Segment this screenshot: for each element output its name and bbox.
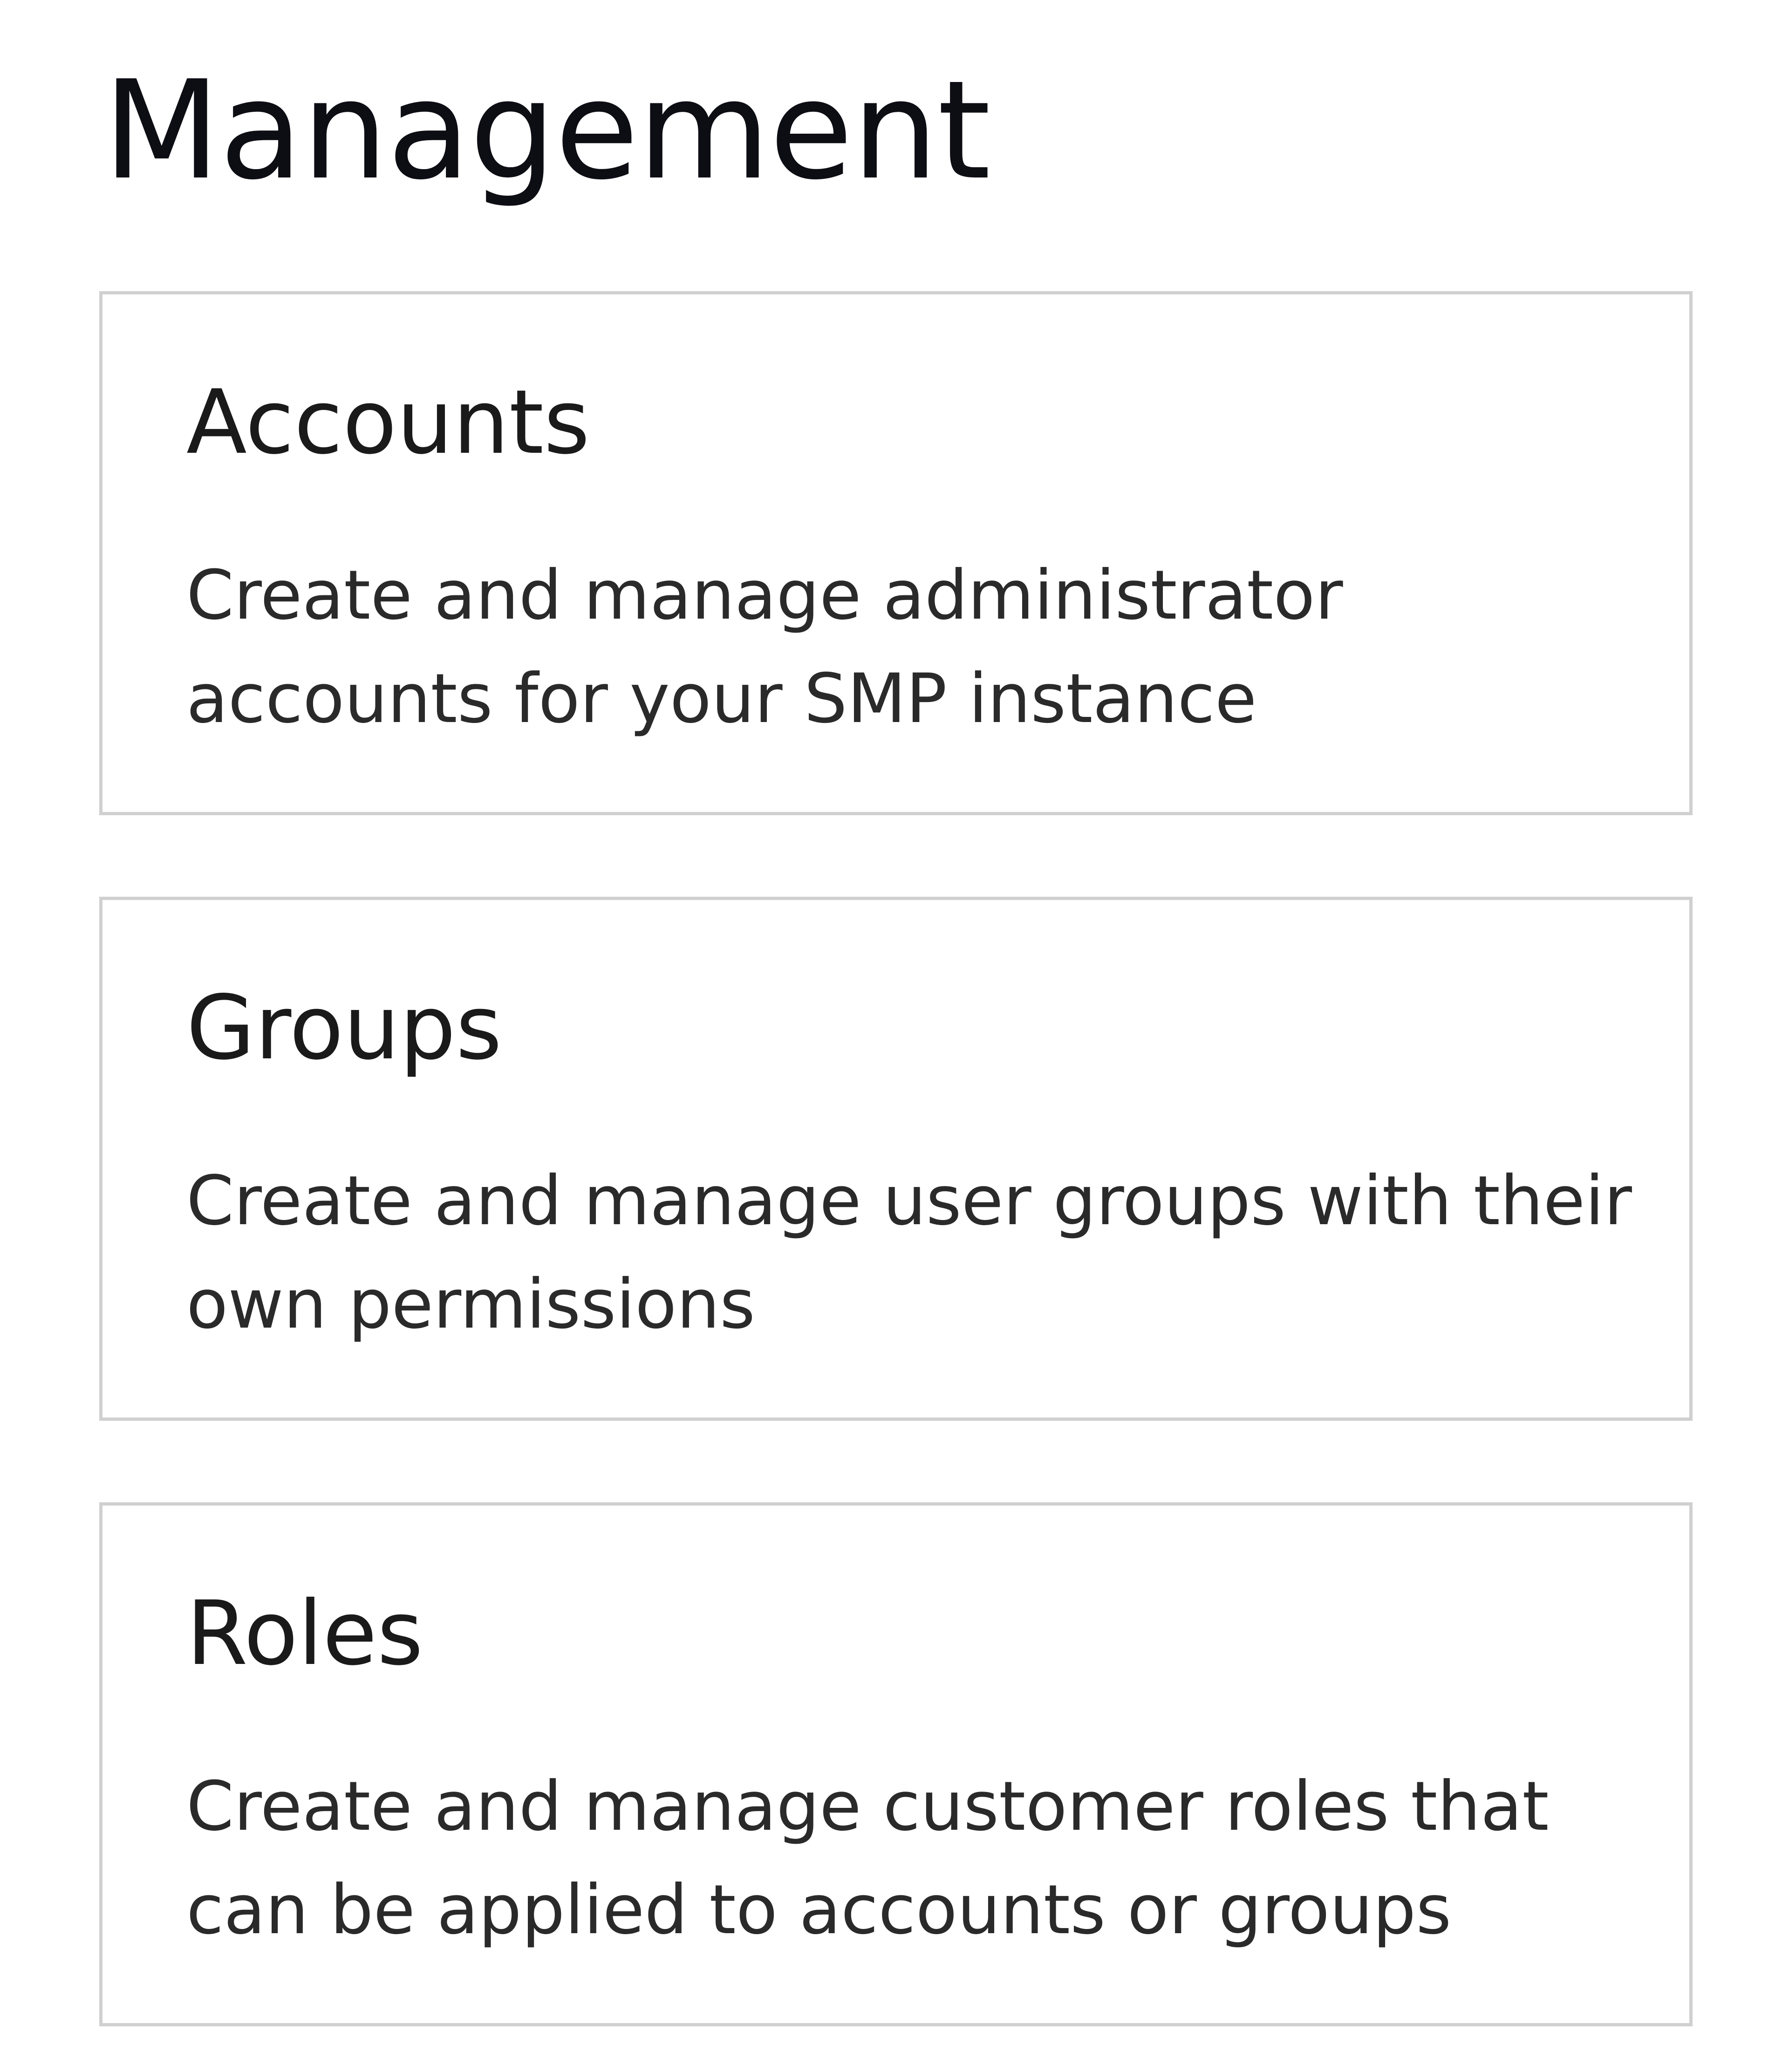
accounts-card-title: Accounts	[186, 371, 590, 474]
groups-card[interactable]: Groups Create and manage user groups wit…	[99, 897, 1693, 1421]
roles-card[interactable]: Roles Create and manage customer roles t…	[99, 1502, 1693, 2026]
page-title: Management	[103, 51, 991, 210]
accounts-card[interactable]: Accounts Create and manage administrator…	[99, 291, 1693, 815]
accounts-card-description-line-1: Create and manage administrator	[186, 556, 1343, 635]
groups-card-description-line-2: own permissions	[186, 1265, 756, 1344]
groups-card-description: Create and manage user groups with their…	[186, 1149, 1640, 1356]
accounts-card-description: Create and manage administrator accounts…	[186, 544, 1640, 750]
roles-card-description-line-1: Create and manage customer roles that	[186, 1767, 1549, 1846]
accounts-card-description-line-2: accounts for your SMP instance	[186, 659, 1257, 738]
roles-card-title: Roles	[186, 1582, 423, 1685]
groups-card-description-line-1: Create and manage user groups with their	[186, 1161, 1632, 1240]
roles-card-description: Create and manage customer roles that ca…	[186, 1755, 1640, 1962]
groups-card-title: Groups	[186, 976, 502, 1079]
roles-card-description-line-2: can be applied to accounts or groups	[186, 1870, 1452, 1949]
